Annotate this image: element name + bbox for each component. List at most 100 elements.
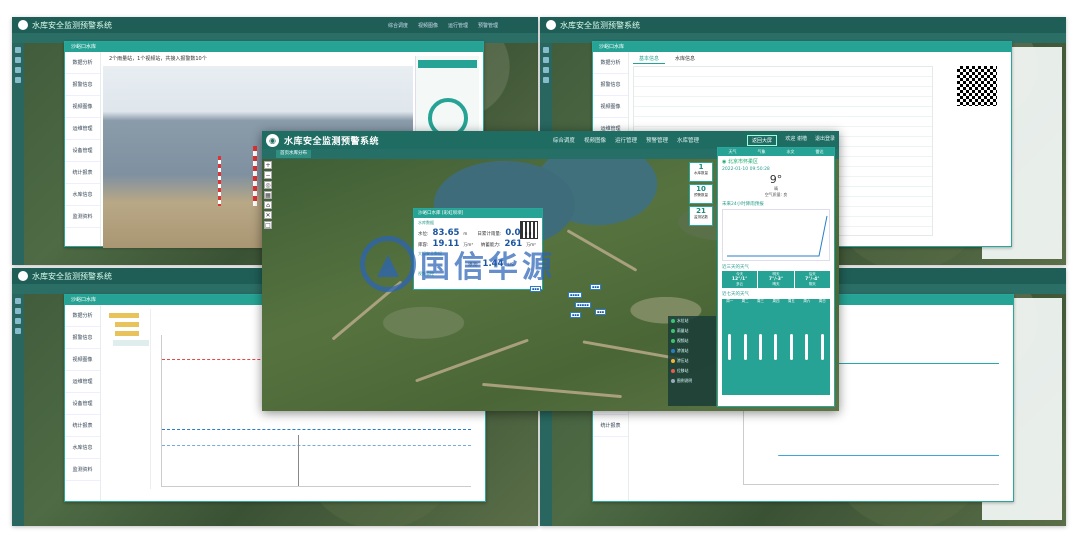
station-marker[interactable]: ▪▪▪ <box>570 312 582 318</box>
screen-header: 水库安全监测预警系统 综合调度 视频图像 运行管理 预警管理 <box>12 17 538 33</box>
stat-card[interactable]: 1 水库数量 <box>689 162 713 182</box>
screen-title: 水库安全监测预警系统 <box>32 20 112 30</box>
forecast-day: 后天 7°/-4° 阴天 <box>794 271 830 288</box>
fullscreen-icon[interactable]: □ <box>264 221 272 229</box>
logo-icon <box>18 20 28 30</box>
zoom-in-icon[interactable]: + <box>264 161 272 169</box>
stat-label: 预警数量 <box>694 193 708 197</box>
stat-value: 1 <box>698 163 704 171</box>
stat-value: 10 <box>696 185 706 193</box>
nav-item[interactable]: 运维管理 <box>65 371 100 393</box>
section-7d: 近七天的天气 <box>722 292 749 297</box>
weather-location: ◉ 北京市怀柔区 <box>722 159 758 165</box>
return-screen-button[interactable]: 返回大屏 <box>746 135 777 146</box>
water-logo-icon: ◉ <box>266 133 279 147</box>
forecast-3d: 今天 12°/1° 多云 明天 7°/-3° 晴天 后天 7°/-4° 阴天 <box>722 271 830 288</box>
map-tools: + − ◎ ▦ ⌂ ✕ □ <box>264 161 272 231</box>
menu-item[interactable]: 视频图像 <box>418 22 438 29</box>
home-icon[interactable]: ⌂ <box>264 201 272 209</box>
sidebar <box>12 294 24 526</box>
menu-reservoir[interactable]: 水库管理 <box>677 136 699 144</box>
tab-reservoir[interactable]: 水库信息 <box>669 54 701 64</box>
stat-card[interactable]: 21 监测站数 <box>689 206 713 226</box>
legend-item[interactable]: 位移站 <box>668 366 716 376</box>
weather-tabs: 天气 气象 水文 雷达 <box>718 148 834 156</box>
stat-label: 监测站数 <box>694 215 708 219</box>
legend-item[interactable]: 渗流站 <box>668 346 716 356</box>
nav-item[interactable]: 报警信息 <box>65 74 100 96</box>
forecast-day: 明天 7°/-3° 晴天 <box>758 271 794 288</box>
nav-item[interactable]: 视频图像 <box>593 96 628 118</box>
menu-warning[interactable]: 预警管理 <box>646 136 668 144</box>
stat-value: 21 <box>696 207 706 215</box>
nav-item[interactable]: 报警信息 <box>593 74 628 96</box>
nav-item[interactable]: 设备管理 <box>65 393 100 415</box>
logo-icon <box>546 20 556 30</box>
stat-card[interactable]: 10 预警数量 <box>689 184 713 204</box>
nav-item[interactable]: 数据分析 <box>65 52 100 74</box>
measure-icon[interactable]: ✕ <box>264 211 272 219</box>
nav-item[interactable]: 水库信息 <box>65 437 100 459</box>
stat-label: 水库数量 <box>694 171 708 175</box>
air-quality: 空气质量: 良 <box>764 192 788 197</box>
legend-item[interactable]: 视频站 <box>668 336 716 346</box>
panel-title: 沙峪口水库 <box>65 42 483 52</box>
section-3d: 近三天的天气 <box>722 265 749 270</box>
layer-icon[interactable]: ▦ <box>264 191 272 199</box>
panel-title: 沙峪口水库 <box>593 42 1011 52</box>
forecast-7d: 周一 周二 周三 周四 周五 周六 周日 <box>722 299 830 395</box>
menu-operation[interactable]: 运行管理 <box>615 136 637 144</box>
legend-item[interactable]: 渗压站 <box>668 356 716 366</box>
tab-weather[interactable]: 天气 <box>718 148 747 156</box>
menu-video[interactable]: 视频图像 <box>584 136 606 144</box>
zoom-out-icon[interactable]: − <box>264 171 272 179</box>
stats-column: 1 水库数量 10 预警数量 21 监测站数 <box>689 162 713 228</box>
watermark-logo-icon <box>360 236 416 292</box>
nav-item[interactable]: 监测资料 <box>65 459 100 481</box>
station-marker[interactable]: ▪▪▪▪▪ <box>575 302 591 308</box>
user-greeting: 欢迎 谢楷 <box>785 136 807 142</box>
legend-item[interactable]: 水位站 <box>668 316 716 326</box>
menu-item[interactable]: 运行管理 <box>448 22 468 29</box>
tab-meteo[interactable]: 气象 <box>747 148 776 156</box>
nav-item[interactable]: 报警信息 <box>65 327 100 349</box>
watermark-text: 国信华源 <box>420 250 556 285</box>
map-tab[interactable]: 首页水库分布 <box>276 150 311 158</box>
station-marker[interactable]: ▪▪▪▪ <box>568 292 582 298</box>
screen-header: 水库安全监测预警系统 <box>540 17 1066 33</box>
nav-item[interactable]: 监测资料 <box>65 206 100 228</box>
menu-dispatch[interactable]: 综合调度 <box>553 136 575 144</box>
tab-hydro[interactable]: 水文 <box>776 148 805 156</box>
main-menu: 综合调度 视频图像 运行管理 预警管理 水库管理 <box>553 136 699 144</box>
nav-item[interactable]: 数据分析 <box>593 52 628 74</box>
forecast-day: 今天 12°/1° 多云 <box>722 271 758 288</box>
legend-item[interactable]: 雨量站 <box>668 326 716 336</box>
nav-item[interactable]: 水库信息 <box>65 184 100 206</box>
station-marker[interactable]: ▪▪▪ <box>590 284 602 290</box>
rain-line <box>727 215 828 257</box>
weather-time: 2022-01-10 09:50:28 <box>722 167 770 172</box>
logout-button[interactable]: 退出登录 <box>815 135 835 142</box>
legend-item[interactable]: 图例说明 <box>668 376 716 386</box>
nav-item[interactable]: 视频图像 <box>65 349 100 371</box>
panel-nav: 数据分析 报警信息 视频图像 运维管理 设备管理 统计报表 水库信息 监测资料 <box>65 305 101 501</box>
locate-icon[interactable]: ◎ <box>264 181 272 189</box>
nav-item[interactable]: 统计报表 <box>593 415 628 437</box>
tab-basic[interactable]: 基本信息 <box>633 54 666 64</box>
section-24h: 未来24小时降雨预报 <box>722 202 764 207</box>
station-marker[interactable]: ▪▪▪ <box>595 309 607 315</box>
weather-temp: 9° <box>769 173 783 186</box>
nav-item[interactable]: 运维管理 <box>65 118 100 140</box>
nav-item[interactable]: 统计报表 <box>65 162 100 184</box>
notice-text: 2个雨量站，1个视频站，共接入报警数10个 <box>109 56 207 62</box>
popup-title: 沙峪口水库 [彩虹坝坝] <box>414 209 542 218</box>
nav-item[interactable]: 视频图像 <box>65 96 100 118</box>
collage-stage: 水库安全监测预警系统 综合调度 视频图像 运行管理 预警管理 沙峪口水库 数据分析 报… <box>0 0 1080 546</box>
menu-item[interactable]: 预警管理 <box>478 22 498 29</box>
nav-item[interactable]: 统计报表 <box>65 415 100 437</box>
menu-item[interactable]: 综合调度 <box>388 22 408 29</box>
tab-radar[interactable]: 雷达 <box>805 148 834 156</box>
nav-item[interactable]: 数据分析 <box>65 305 100 327</box>
nav-item[interactable]: 设备管理 <box>65 140 100 162</box>
tree-list <box>105 309 151 489</box>
